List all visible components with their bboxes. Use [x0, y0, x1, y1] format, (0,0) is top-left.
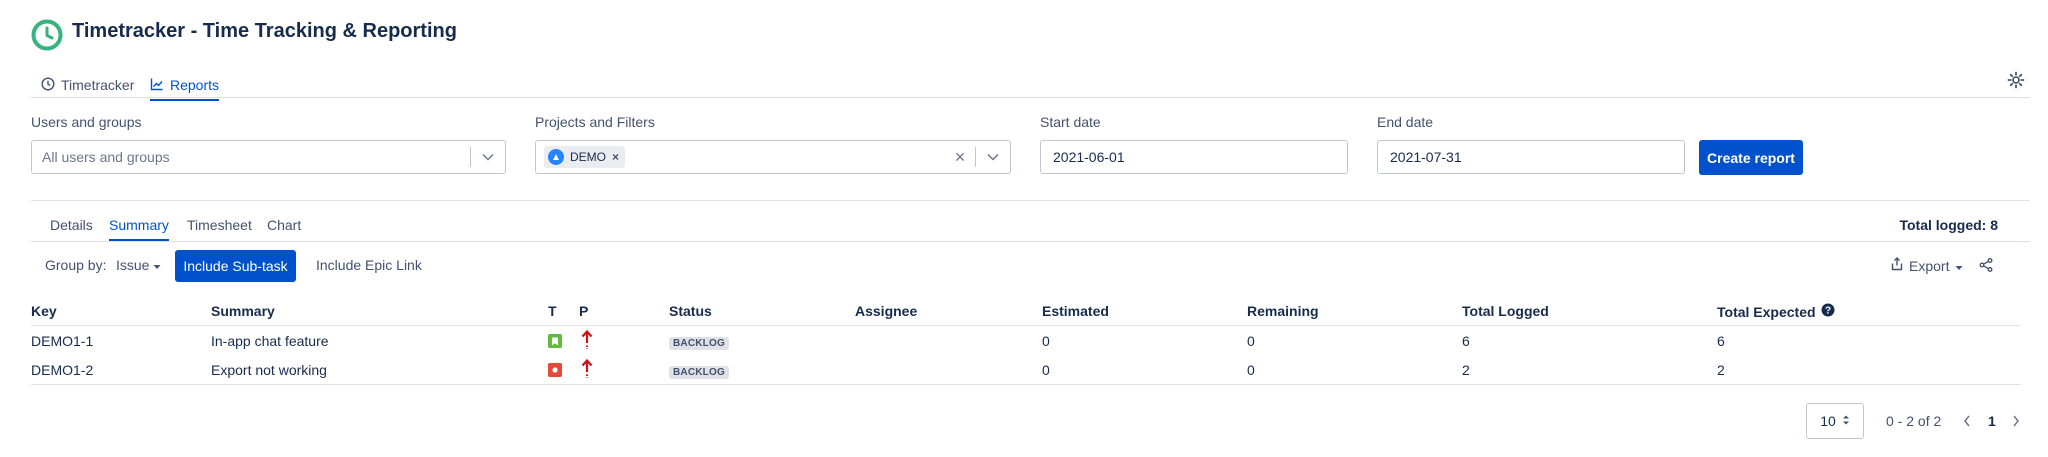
end-date-value: 2021-07-31 — [1390, 149, 1462, 165]
status-badge: BACKLOG — [669, 337, 729, 350]
remove-chip-icon[interactable]: × — [612, 150, 619, 164]
clear-icon[interactable]: × — [945, 147, 975, 168]
create-report-button[interactable]: Create report — [1699, 140, 1803, 175]
projects-filters-label: Projects and Filters — [535, 114, 655, 130]
export-dropdown[interactable]: Export — [1891, 257, 1963, 274]
end-date-input[interactable]: 2021-07-31 — [1377, 140, 1685, 174]
tab-reports-label: Reports — [170, 77, 220, 93]
include-epic-link-button[interactable]: Include Epic Link — [316, 257, 422, 273]
highest-priority-icon — [581, 329, 593, 353]
total-expected-cell: 6 — [1717, 333, 1725, 349]
app-logo-icon — [31, 19, 63, 51]
estimated-cell: 0 — [1042, 333, 1050, 349]
col-total-expected[interactable]: Total Expected ? — [1717, 303, 1835, 320]
total-expected-cell: 2 — [1717, 362, 1725, 378]
start-date-value: 2021-06-01 — [1053, 149, 1125, 165]
col-remaining[interactable]: Remaining — [1247, 303, 1319, 319]
table-bottom-divider — [31, 384, 2021, 385]
export-label: Export — [1909, 257, 1950, 274]
issue-key-link[interactable]: DEMO1-1 — [31, 333, 93, 349]
col-estimated[interactable]: Estimated — [1042, 303, 1109, 319]
chevron-down-icon[interactable] — [976, 153, 1010, 161]
issue-summary-link[interactable]: Export not working — [211, 362, 327, 378]
tab-timetracker[interactable]: Timetracker — [41, 72, 134, 98]
col-status[interactable]: Status — [669, 303, 712, 319]
col-total-logged[interactable]: Total Logged — [1462, 303, 1549, 319]
page-size-select[interactable]: 10 — [1806, 403, 1864, 439]
svg-text:?: ? — [1824, 306, 1830, 317]
users-groups-select[interactable]: All users and groups — [31, 140, 506, 174]
subtabs-divider — [31, 241, 2030, 242]
col-total-expected-label: Total Expected — [1717, 303, 1816, 320]
bug-icon — [548, 363, 562, 377]
caret-down-icon — [153, 257, 161, 273]
filters-divider — [31, 200, 2030, 201]
settings-gear-icon[interactable] — [2006, 70, 2026, 90]
tab-timesheet[interactable]: Timesheet — [187, 217, 252, 233]
tab-chart[interactable]: Chart — [267, 217, 301, 233]
users-groups-placeholder: All users and groups — [42, 149, 170, 165]
next-page-icon[interactable] — [2011, 414, 2021, 431]
remaining-cell: 0 — [1247, 362, 1255, 378]
col-priority[interactable]: P — [579, 303, 588, 319]
project-chip[interactable]: DEMO × — [544, 146, 626, 168]
total-logged-cell: 2 — [1462, 362, 1470, 378]
status-badge: BACKLOG — [669, 366, 729, 379]
users-groups-label: Users and groups — [31, 114, 142, 130]
projects-filters-select[interactable]: DEMO × × — [535, 140, 1011, 174]
estimated-cell: 0 — [1042, 362, 1050, 378]
issue-key-link[interactable]: DEMO1-2 — [31, 362, 93, 378]
total-logged-cell: 6 — [1462, 333, 1470, 349]
group-by-dropdown[interactable]: Issue — [116, 257, 161, 273]
app-title: Timetracker - Time Tracking & Reporting — [72, 20, 457, 42]
start-date-label: Start date — [1040, 114, 1101, 130]
clock-icon — [41, 76, 55, 94]
issue-summary-link[interactable]: In-app chat feature — [211, 333, 329, 349]
project-chip-label: DEMO — [570, 150, 606, 164]
group-by-label: Group by: — [45, 257, 107, 273]
prev-page-icon[interactable] — [1962, 414, 1972, 431]
header-divider — [31, 325, 2021, 326]
chevron-down-icon[interactable] — [471, 153, 505, 161]
group-by-value: Issue — [116, 257, 150, 273]
total-logged: Total logged: 8 — [1899, 217, 1998, 233]
col-key[interactable]: Key — [31, 303, 57, 319]
export-icon — [1891, 257, 1903, 274]
remaining-cell: 0 — [1247, 333, 1255, 349]
highest-priority-icon — [581, 358, 593, 382]
project-avatar-icon — [548, 149, 564, 165]
pagination-range: 0 - 2 of 2 — [1886, 413, 1942, 429]
share-icon[interactable] — [1979, 258, 1993, 275]
current-page[interactable]: 1 — [1988, 413, 1996, 429]
col-summary[interactable]: Summary — [211, 303, 275, 319]
chart-line-icon — [150, 77, 164, 94]
tab-details[interactable]: Details — [50, 217, 93, 233]
story-icon — [548, 334, 562, 348]
page-size-value: 10 — [1820, 413, 1836, 429]
sort-updown-icon — [1842, 413, 1850, 429]
col-type[interactable]: T — [548, 303, 557, 319]
include-subtask-button[interactable]: Include Sub-task — [175, 250, 296, 282]
col-assignee[interactable]: Assignee — [855, 303, 917, 319]
start-date-input[interactable]: 2021-06-01 — [1040, 140, 1348, 174]
tab-reports[interactable]: Reports — [150, 72, 220, 101]
tab-summary[interactable]: Summary — [109, 217, 169, 241]
nav-divider — [31, 97, 2030, 98]
caret-down-icon — [1955, 258, 1963, 274]
help-icon[interactable]: ? — [1821, 303, 1835, 320]
end-date-label: End date — [1377, 114, 1434, 130]
tab-timetracker-label: Timetracker — [61, 77, 135, 93]
